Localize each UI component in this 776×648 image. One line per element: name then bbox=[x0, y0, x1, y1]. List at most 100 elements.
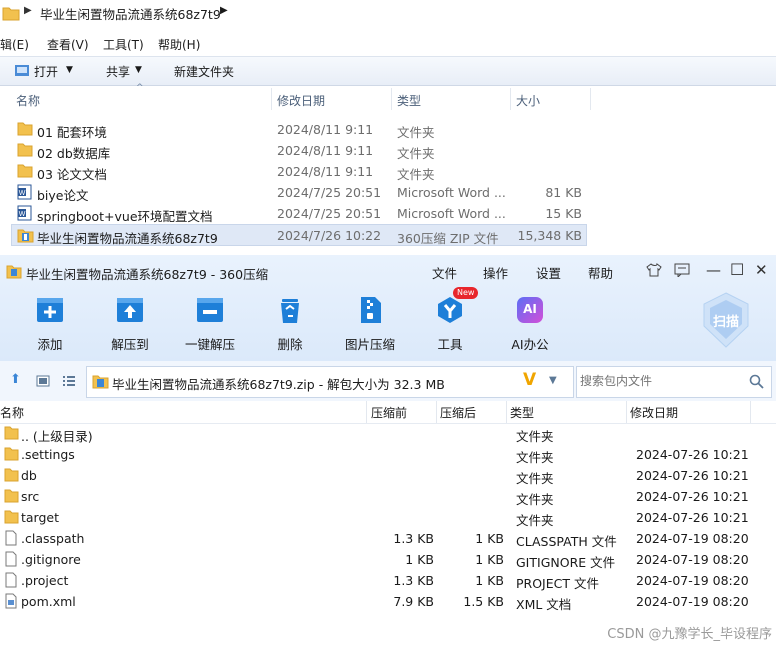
list-item[interactable]: 02 db数据库 2024/8/11 9:11 文件夹 bbox=[12, 140, 586, 161]
view-list-icon[interactable] bbox=[62, 375, 76, 387]
new-folder-button[interactable]: 新建文件夹 bbox=[174, 63, 234, 80]
entry-mtime: 2024-07-26 10:21 bbox=[636, 510, 749, 525]
menu-tools[interactable]: 工具(T) bbox=[103, 36, 144, 53]
list-item[interactable]: 03 论文文档 2024/8/11 9:11 文件夹 bbox=[12, 161, 586, 182]
tools-button[interactable]: 工具 New bbox=[418, 287, 482, 355]
scan-label: 扫描 bbox=[712, 315, 739, 330]
svg-text:W: W bbox=[19, 190, 26, 197]
file-date: 2024/8/11 9:11 bbox=[277, 143, 374, 158]
open-button[interactable]: 打开 bbox=[34, 63, 58, 80]
column-compressed-size[interactable]: 压缩后 bbox=[440, 404, 476, 421]
extract-to-button[interactable]: 解压到 bbox=[98, 295, 162, 355]
column-divider[interactable] bbox=[750, 401, 751, 423]
up-arrow-icon[interactable]: ⬆ bbox=[10, 372, 21, 387]
search-field[interactable] bbox=[576, 366, 772, 398]
table-row[interactable]: .settings 文件夹 2024-07-26 10:21 bbox=[0, 444, 776, 465]
entry-name: db bbox=[21, 468, 37, 483]
breadcrumb-chevron-icon[interactable]: ▶ bbox=[24, 5, 32, 16]
column-name[interactable]: 名称 bbox=[0, 404, 24, 421]
table-row[interactable]: src 文件夹 2024-07-26 10:21 bbox=[0, 486, 776, 507]
column-divider[interactable] bbox=[626, 401, 627, 423]
column-type[interactable]: 类型 bbox=[510, 404, 534, 421]
column-size[interactable]: 大小 bbox=[516, 92, 540, 109]
column-divider[interactable] bbox=[271, 88, 272, 110]
share-dropdown-icon[interactable]: ▼ bbox=[135, 65, 142, 75]
entry-name: .. (上级目录) bbox=[21, 429, 93, 444]
menu-view[interactable]: 查看(V) bbox=[47, 36, 89, 53]
list-item[interactable]: 01 配套环境 2024/8/11 9:11 文件夹 bbox=[12, 119, 586, 140]
column-divider[interactable] bbox=[506, 401, 507, 423]
menu-operate[interactable]: 操作 bbox=[483, 263, 508, 282]
open-dropdown-icon[interactable]: ▼ bbox=[66, 65, 73, 75]
table-row[interactable]: target 文件夹 2024-07-26 10:21 bbox=[0, 507, 776, 528]
extract-to-label: 解压到 bbox=[111, 337, 149, 352]
delete-button[interactable]: 删除 bbox=[258, 295, 322, 355]
menu-edit[interactable]: 辑(E) bbox=[0, 36, 29, 53]
zip-icon bbox=[17, 229, 34, 243]
breadcrumb-next-icon[interactable]: ▶ bbox=[220, 5, 228, 16]
table-row[interactable]: db 文件夹 2024-07-26 10:21 bbox=[0, 465, 776, 486]
column-name[interactable]: 名称 bbox=[16, 92, 40, 109]
file-name: biye论文 bbox=[37, 188, 89, 203]
table-row[interactable]: .project 1.3 KB 1 KB PROJECT 文件 2024-07-… bbox=[0, 570, 776, 591]
entry-compressed-size: 1 KB bbox=[475, 573, 504, 588]
table-row[interactable]: .. (上级目录) 文件夹 bbox=[0, 423, 776, 444]
breadcrumb[interactable]: 毕业生闲置物品流通系统68z7t9 bbox=[40, 4, 221, 23]
maximize-icon[interactable]: ☐ bbox=[730, 260, 744, 279]
image-compress-button[interactable]: 图片压缩 bbox=[338, 295, 402, 355]
column-size[interactable]: 压缩前 bbox=[371, 404, 407, 421]
list-item[interactable]: W springboot+vue环境配置文档 2024/7/25 20:51 M… bbox=[12, 203, 586, 224]
zip-header: 毕业生闲置物品流通系统68z7t9 - 360压缩 文件 操作 设置 帮助 — … bbox=[0, 255, 776, 361]
table-row[interactable]: .classpath 1.3 KB 1 KB CLASSPATH 文件 2024… bbox=[0, 528, 776, 549]
add-icon bbox=[37, 298, 63, 322]
word-doc-icon: W bbox=[17, 205, 32, 221]
path-dropdown-icon[interactable]: ▼ bbox=[549, 375, 557, 386]
entry-mtime: 2024-07-26 10:21 bbox=[636, 447, 749, 462]
share-button[interactable]: 共享 bbox=[106, 63, 130, 80]
file-type: 文件夹 bbox=[397, 167, 435, 182]
view-thumbnail-icon[interactable] bbox=[36, 375, 50, 387]
file-date: 2024/7/25 20:51 bbox=[277, 206, 382, 221]
feedback-icon[interactable] bbox=[674, 263, 690, 277]
folder-icon bbox=[4, 468, 19, 482]
column-divider[interactable] bbox=[590, 88, 591, 110]
file-type: 文件夹 bbox=[397, 146, 435, 161]
column-divider[interactable] bbox=[510, 88, 511, 110]
add-button[interactable]: 添加 bbox=[18, 295, 82, 355]
one-click-extract-button[interactable]: 一键解压 bbox=[178, 295, 242, 355]
scan-button[interactable]: 扫描 bbox=[700, 291, 752, 349]
menu-help[interactable]: 帮助(H) bbox=[158, 36, 200, 53]
search-input[interactable] bbox=[577, 367, 740, 395]
column-date[interactable]: 修改日期 bbox=[277, 92, 325, 109]
close-icon[interactable]: ✕ bbox=[755, 261, 768, 279]
column-type[interactable]: 类型 bbox=[397, 92, 421, 109]
file-type: Microsoft Word ... bbox=[397, 185, 506, 200]
list-item[interactable]: W biye论文 2024/7/25 20:51 Microsoft Word … bbox=[12, 182, 586, 203]
menu-file[interactable]: 文件 bbox=[432, 263, 457, 282]
tools-icon bbox=[438, 297, 462, 323]
file-name: 毕业生闲置物品流通系统68z7t9 bbox=[37, 231, 218, 246]
column-mtime[interactable]: 修改日期 bbox=[630, 404, 678, 421]
search-icon[interactable] bbox=[749, 374, 764, 389]
entry-size: 1.3 KB bbox=[393, 573, 434, 588]
open-icon bbox=[15, 65, 29, 76]
image-compress-icon bbox=[361, 297, 381, 323]
menu-help[interactable]: 帮助 bbox=[588, 263, 613, 282]
column-divider[interactable] bbox=[366, 401, 367, 423]
table-row[interactable]: .gitignore 1 KB 1 KB GITIGNORE 文件 2024-0… bbox=[0, 549, 776, 570]
archive-path-field[interactable]: 毕业生闲置物品流通系统68z7t9.zip - 解包大小为 32.3 MB V … bbox=[86, 366, 574, 398]
minimize-icon[interactable]: — bbox=[706, 261, 721, 279]
column-divider[interactable] bbox=[391, 88, 392, 110]
entry-name: .gitignore bbox=[21, 552, 81, 567]
skin-icon[interactable] bbox=[646, 263, 662, 277]
file-icon bbox=[5, 572, 17, 588]
folder-icon bbox=[17, 164, 33, 178]
column-divider[interactable] bbox=[436, 401, 437, 423]
table-row[interactable]: pom.xml 7.9 KB 1.5 KB XML 文档 2024-07-19 … bbox=[0, 591, 776, 612]
list-item-selected[interactable]: 毕业生闲置物品流通系统68z7t9 2024/7/26 10:22 360压缩 … bbox=[11, 224, 587, 246]
menu-settings[interactable]: 设置 bbox=[536, 263, 561, 282]
entry-size: 1.3 KB bbox=[393, 531, 434, 546]
v-icon[interactable]: V bbox=[523, 370, 536, 390]
ai-office-button[interactable]: AI AI办公 bbox=[498, 295, 562, 355]
entry-type: 文件夹 bbox=[516, 471, 554, 486]
